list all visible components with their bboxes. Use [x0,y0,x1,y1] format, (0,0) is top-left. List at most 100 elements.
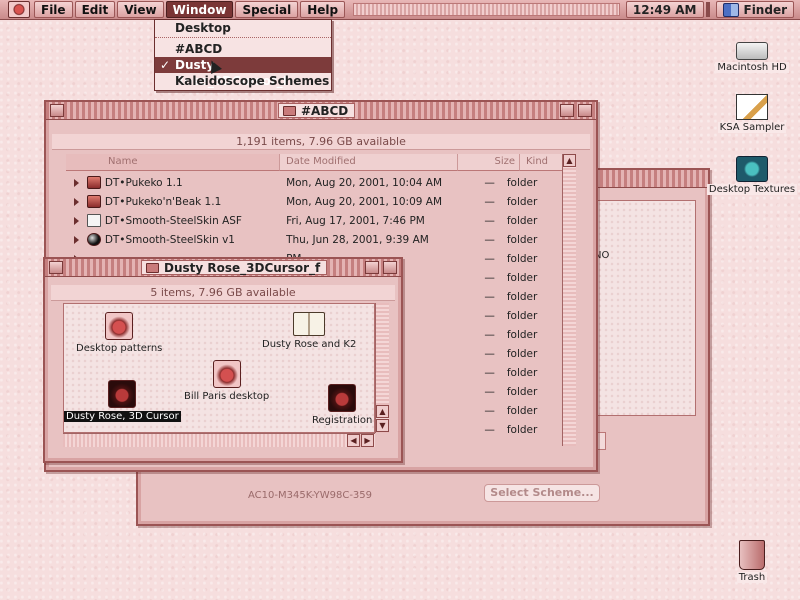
file-name-cell: DT•Smooth-SteelSkin v1 [104,233,235,246]
dusty-rose-folder-window[interactable]: Dusty Rose_3DCursor_f 5 items, 7.96 GB a… [43,257,403,463]
column-header-date[interactable]: Date Modified [280,154,458,171]
desktop-icon-label: Macintosh HD [715,62,789,73]
close-box-icon[interactable] [49,261,63,274]
size-cell: — [484,328,495,341]
menubar-clock[interactable]: 12:49 AM [625,1,704,18]
disclosure-triangle-icon[interactable] [74,235,79,244]
bill-paris-desktop-item[interactable]: Bill Paris desktop [182,360,271,402]
disclosure-triangle-icon[interactable] [74,216,79,225]
window-titlebar[interactable]: #ABCD [46,102,596,120]
scroll-left-arrow-icon[interactable]: ◀ [347,434,360,447]
kind-cell: folder [506,195,538,208]
icon-label: Desktop patterns [76,343,163,354]
scroll-up-arrow-icon[interactable]: ▲ [563,154,576,167]
table-row[interactable]: DT•Smooth-SteelSkin v1 Thu, Jun 28, 2001,… [66,230,562,249]
folder-icon [105,312,134,340]
table-row[interactable]: DT•Pukeko 1.1 Mon, Aug 20, 2001, 10:04 AM… [66,173,562,192]
collapse-box-icon[interactable] [383,261,397,274]
desktop-icon-label: Trash [736,572,768,583]
table-row[interactable]: DT•Smooth-SteelSkin ASF Fri, Aug 17, 2001… [66,211,562,230]
icon-label: Dusty Rose, 3D Cursor [64,411,181,422]
kind-cell: folder [506,271,538,284]
date-modified-cell: Mon, Aug 20, 2001, 10:09 AM [286,195,443,208]
folder-icon [87,233,101,246]
macintosh-hd-desktop-icon[interactable]: Macintosh HD [702,36,800,73]
ksa-sampler-desktop-icon[interactable]: KSA Sampler [702,94,800,133]
collapse-box-icon[interactable] [578,104,592,117]
kind-cell: folder [506,214,538,227]
size-cell: — [484,195,495,208]
scroll-right-arrow-icon[interactable]: ▶ [361,434,374,447]
menu-window[interactable]: Window [165,1,234,18]
menu-special[interactable]: Special [235,1,299,18]
icon-label: Dusty Rose and K2 [262,339,357,350]
file-name-cell: DT•Pukeko 1.1 [104,176,183,189]
vertical-scrollbar[interactable]: ▲ ▼ [375,303,389,433]
scroll-up-arrow-icon[interactable]: ▲ [376,405,389,418]
window-info-bar: 1,191 items, 7.96 GB available [52,134,590,150]
menu-file[interactable]: File [34,1,73,18]
size-cell: — [484,176,495,189]
window-titlebar[interactable]: Dusty Rose_3DCursor_f [45,259,401,277]
close-box-icon[interactable] [50,104,64,117]
scroll-down-arrow-icon[interactable]: ▼ [376,419,389,432]
column-header-name[interactable]: Name [66,154,280,171]
folder-icon [146,263,159,273]
horizontal-scrollbar[interactable]: ◀ ▶ [63,433,375,447]
kind-cell: folder [506,233,538,246]
apple-menu-icon[interactable] [8,1,30,18]
size-cell: — [484,366,495,379]
date-modified-cell: Mon, Aug 20, 2001, 10:04 AM [286,176,443,189]
window-title: #ABCD [278,103,356,118]
document-icon [212,360,241,388]
window-menu-item-abcd[interactable]: #ABCD [155,41,331,57]
hard-disk-icon [736,42,768,60]
size-cell: — [484,214,495,227]
table-row[interactable]: DT•Pukeko'n'Beak 1.1 Mon, Aug 20, 2001, 1… [66,192,562,211]
kind-cell: folder [506,252,538,265]
desktop-patterns-item[interactable]: Desktop patterns [74,312,164,354]
folder-icon [87,195,101,208]
scheme-preview-pane [596,200,696,416]
zoom-box-icon[interactable] [365,261,379,274]
folder-icon [736,156,768,182]
registration-icon [328,384,357,412]
menubar-divider [705,2,710,17]
desktop-icon-label: KSA Sampler [717,122,787,133]
dusty-rose-and-k2-item[interactable]: Dusty Rose and K2 [260,312,358,350]
window-menu-item-desktop[interactable]: Desktop [155,20,331,36]
kind-cell: folder [506,385,538,398]
window-menu-item-kaleidoscope[interactable]: Kaleidoscope Schemes [155,73,331,89]
disclosure-triangle-icon[interactable] [74,197,79,206]
kind-cell: folder [506,366,538,379]
date-modified-cell: Thu, Jun 28, 2001, 9:39 AM [286,233,429,246]
file-name-cell: DT•Smooth-SteelSkin ASF [104,214,242,227]
column-header-size[interactable]: Size [458,154,520,171]
window-menu-item-dusty-rose[interactable]: ✓ Dusty Rose_3DCursor_f [155,57,331,88]
registration-item[interactable]: Registration [310,384,374,426]
vertical-scrollbar[interactable]: ▲ [562,154,576,446]
zoom-box-icon[interactable] [560,104,574,117]
window-title-label: #ABCD [301,104,349,118]
application-menu[interactable]: Finder [715,1,794,18]
icon-label: Bill Paris desktop [184,391,270,402]
dusty-rose-3d-cursor-item[interactable]: Dusty Rose, 3D Cursor [64,380,181,422]
select-scheme-button[interactable]: Select Scheme... [484,484,600,502]
book-icon [293,312,326,336]
size-cell: — [484,423,495,436]
menu-view[interactable]: View [117,1,164,18]
window-title: Dusty Rose_3DCursor_f [141,260,328,275]
kind-cell: folder [506,290,538,303]
size-cell: — [484,385,495,398]
desktop-textures-desktop-icon[interactable]: Desktop Textures [702,156,800,195]
file-name-cell: DT•Pukeko'n'Beak 1.1 [104,195,222,208]
menu-edit[interactable]: Edit [74,1,116,18]
kind-cell: folder [506,309,538,322]
list-column-headers: Name Date Modified Size Kind [66,154,576,171]
menu-help[interactable]: Help [300,1,346,18]
disclosure-triangle-icon[interactable] [74,178,79,187]
icon-view: Desktop patterns Dusty Rose and K2 Bill … [63,303,375,433]
desktop-icon-label: Desktop Textures [706,184,798,195]
kind-cell: folder [506,347,538,360]
trash-desktop-icon[interactable]: Trash [702,540,800,583]
